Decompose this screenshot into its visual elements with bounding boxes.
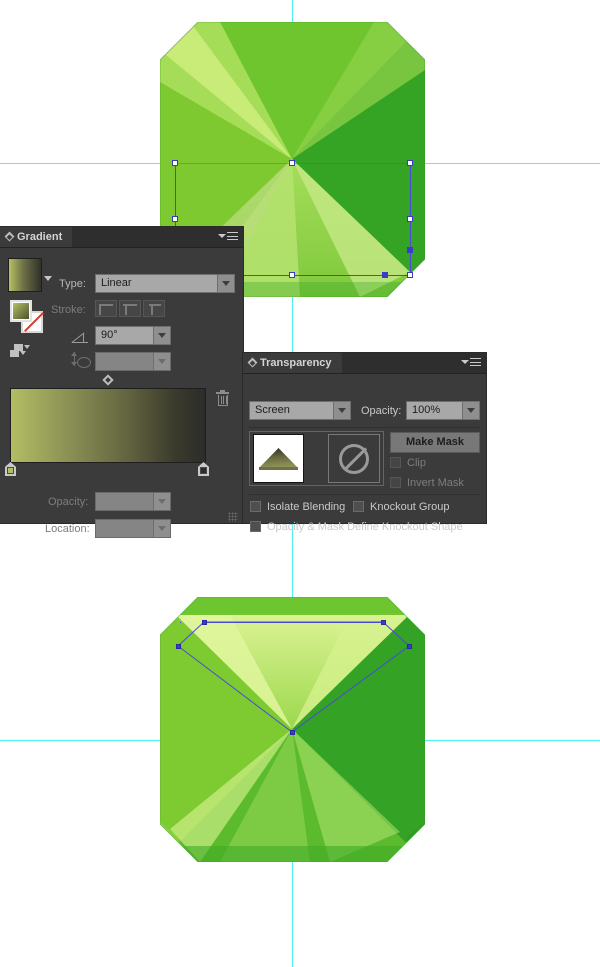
gradient-fill-type-icon[interactable] xyxy=(10,344,30,358)
panel-menu-icon[interactable] xyxy=(461,358,481,369)
panel-collapse-icon[interactable] xyxy=(247,357,258,368)
invert-mask-checkbox[interactable] xyxy=(390,477,401,488)
chevron-down-icon[interactable] xyxy=(333,402,350,419)
make-mask-label: Make Mask xyxy=(405,436,465,448)
chevron-down-icon xyxy=(153,353,170,370)
artwork-thumbnail[interactable] xyxy=(253,434,304,483)
isolate-blending-label: Isolate Blending xyxy=(267,501,346,513)
isolate-blending-checkbox[interactable] xyxy=(250,501,261,512)
gradient-opacity-input xyxy=(95,492,171,511)
gradient-midpoint-diamond[interactable] xyxy=(102,374,114,386)
gradient-angle-value: 90° xyxy=(101,329,118,341)
gradient-location-label: Location: xyxy=(45,523,90,535)
transparency-panel-title: Transparency xyxy=(260,357,332,369)
blend-mode-value: Screen xyxy=(255,404,290,416)
stroke-along-icon[interactable] xyxy=(143,300,165,317)
gradient-panel[interactable]: Gradient Type: Linear Stroke: 90° Opacit… xyxy=(0,227,243,538)
gradient-location-input xyxy=(95,519,171,538)
gradient-angle-input[interactable]: 90° xyxy=(95,326,171,345)
gradient-type-select[interactable]: Linear xyxy=(95,274,235,293)
gradient-opacity-label: Opacity: xyxy=(48,496,89,508)
gradient-panel-body: Type: Linear Stroke: 90° Opacity: Locati… xyxy=(0,248,243,538)
gradient-swatch-chevron-down-icon[interactable] xyxy=(44,276,52,281)
delete-stop-trash-icon[interactable] xyxy=(216,390,229,406)
transparency-panel-body: Screen Opacity: 100% Make Mask Clip Inve… xyxy=(243,374,486,533)
gradient-type-value: Linear xyxy=(101,277,132,289)
opacity-mask-knockout-label: Opacity & Mask Define Knockout Shape xyxy=(267,521,463,533)
panel-collapse-icon[interactable] xyxy=(4,231,15,242)
type-label: Type: xyxy=(59,278,86,290)
transparency-opacity-value: 100% xyxy=(412,404,441,416)
fill-stroke-proxy[interactable] xyxy=(10,300,44,334)
stroke-centered-icon[interactable] xyxy=(119,300,141,317)
knockout-group-checkbox[interactable] xyxy=(353,501,364,512)
gradient-panel-title: Gradient xyxy=(17,231,63,243)
opacity-mask-knockout-checkbox[interactable] xyxy=(250,521,261,532)
fill-swatch-icon[interactable] xyxy=(10,300,32,322)
gradient-aspect-ratio-icon xyxy=(71,352,91,368)
gradient-panel-tabbar[interactable]: Gradient xyxy=(0,227,243,248)
clip-label: Clip xyxy=(407,457,426,469)
knockout-group-label: Knockout Group xyxy=(370,501,450,513)
make-mask-button[interactable]: Make Mask xyxy=(390,432,480,453)
transparency-opacity-label: Opacity: xyxy=(361,405,402,417)
green-gem-bottom[interactable] xyxy=(160,597,425,862)
chevron-down-icon[interactable] xyxy=(462,402,479,419)
mask-empty-thumbnail[interactable] xyxy=(328,434,380,483)
no-mask-icon xyxy=(339,444,369,474)
tab-gradient[interactable]: Gradient xyxy=(0,227,73,247)
chevron-down-icon[interactable] xyxy=(217,275,234,292)
transparency-panel-tabbar[interactable]: Transparency xyxy=(243,353,486,374)
blend-mode-select[interactable]: Screen xyxy=(249,401,351,420)
gradient-stop-end[interactable] xyxy=(198,462,209,476)
tab-transparency[interactable]: Transparency xyxy=(243,353,342,373)
chevron-down-icon xyxy=(153,520,170,537)
gradient-aspect-input xyxy=(95,352,171,371)
stroke-within-icon[interactable] xyxy=(95,300,117,317)
chevron-down-icon xyxy=(153,493,170,510)
chevron-down-icon[interactable] xyxy=(153,327,170,344)
invert-mask-label: Invert Mask xyxy=(407,477,464,489)
gradient-angle-icon xyxy=(72,330,89,343)
gradient-swatch[interactable] xyxy=(8,258,42,292)
panel-menu-icon[interactable] xyxy=(218,232,238,243)
transparency-opacity-input[interactable]: 100% xyxy=(406,401,480,420)
panel-resize-grip-icon[interactable] xyxy=(228,512,238,522)
gradient-stop-start[interactable] xyxy=(5,462,16,476)
stroke-label: Stroke: xyxy=(51,304,86,316)
clip-checkbox[interactable] xyxy=(390,457,401,468)
gradient-slider[interactable] xyxy=(10,388,206,463)
transparency-panel[interactable]: Transparency Screen Opacity: 100% Make M… xyxy=(243,353,486,533)
